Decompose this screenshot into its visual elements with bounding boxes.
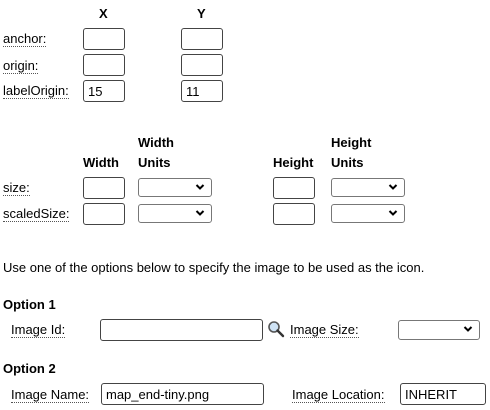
row-size: size: <box>3 180 30 196</box>
size-label: size: <box>3 180 30 196</box>
image-name-input[interactable] <box>101 383 264 405</box>
scaled-size-width-input[interactable] <box>83 203 125 225</box>
chevron-down-icon <box>195 210 205 216</box>
image-id-row: Image Id: <box>11 322 66 338</box>
image-size-label: Image Size: <box>290 322 359 338</box>
origin-label: origin: <box>3 58 39 74</box>
instructions-text: Use one of the options below to specify … <box>3 260 425 275</box>
chevron-down-icon <box>388 210 398 216</box>
label-origin-y-input[interactable] <box>181 80 223 102</box>
column-header-height-units-line2: Units <box>331 155 364 170</box>
column-header-width-units-line1: Width <box>138 135 174 150</box>
chevron-down-icon <box>388 184 398 190</box>
row-label-origin: labelOrigin: <box>3 83 69 99</box>
anchor-x-input[interactable] <box>83 28 125 50</box>
image-id-label: Image Id: <box>11 322 66 338</box>
option2-title: Option 2 <box>3 361 56 376</box>
size-width-units-select[interactable] <box>138 178 212 197</box>
column-header-width: Width <box>83 155 119 170</box>
origin-y-input[interactable] <box>181 54 223 76</box>
column-header-x: X <box>99 6 108 21</box>
anchor-label: anchor: <box>3 31 47 47</box>
column-header-height: Height <box>273 155 314 170</box>
image-size-select[interactable] <box>398 320 480 340</box>
image-location-row: Image Location: <box>292 387 385 403</box>
column-header-width-units-line2: Units <box>138 155 171 170</box>
chevron-down-icon <box>463 326 473 332</box>
row-origin: origin: <box>3 58 39 74</box>
label-origin-label: labelOrigin: <box>3 83 69 99</box>
size-height-input[interactable] <box>273 177 315 199</box>
size-height-units-select[interactable] <box>331 178 405 197</box>
scaled-size-height-input[interactable] <box>273 203 315 225</box>
anchor-y-input[interactable] <box>181 28 223 50</box>
image-size-row: Image Size: <box>290 322 359 338</box>
row-scaled-size: scaledSize: <box>3 206 70 222</box>
image-id-input[interactable] <box>100 319 263 341</box>
magnifier-icon[interactable] <box>267 320 285 338</box>
column-header-y: Y <box>197 6 206 21</box>
scaled-size-width-units-select[interactable] <box>138 204 212 223</box>
chevron-down-icon <box>195 184 205 190</box>
image-location-input[interactable] <box>400 383 486 405</box>
label-origin-x-input[interactable] <box>83 80 125 102</box>
column-header-height-units-line1: Height <box>331 135 372 150</box>
scaled-size-height-units-select[interactable] <box>331 204 405 223</box>
scaled-size-label: scaledSize: <box>3 206 70 222</box>
row-anchor: anchor: <box>3 31 47 47</box>
image-name-row: Image Name: <box>11 387 90 403</box>
size-width-input[interactable] <box>83 177 125 199</box>
image-name-label: Image Name: <box>11 387 90 403</box>
option1-title: Option 1 <box>3 297 56 312</box>
origin-x-input[interactable] <box>83 54 125 76</box>
image-location-label: Image Location: <box>292 387 385 403</box>
